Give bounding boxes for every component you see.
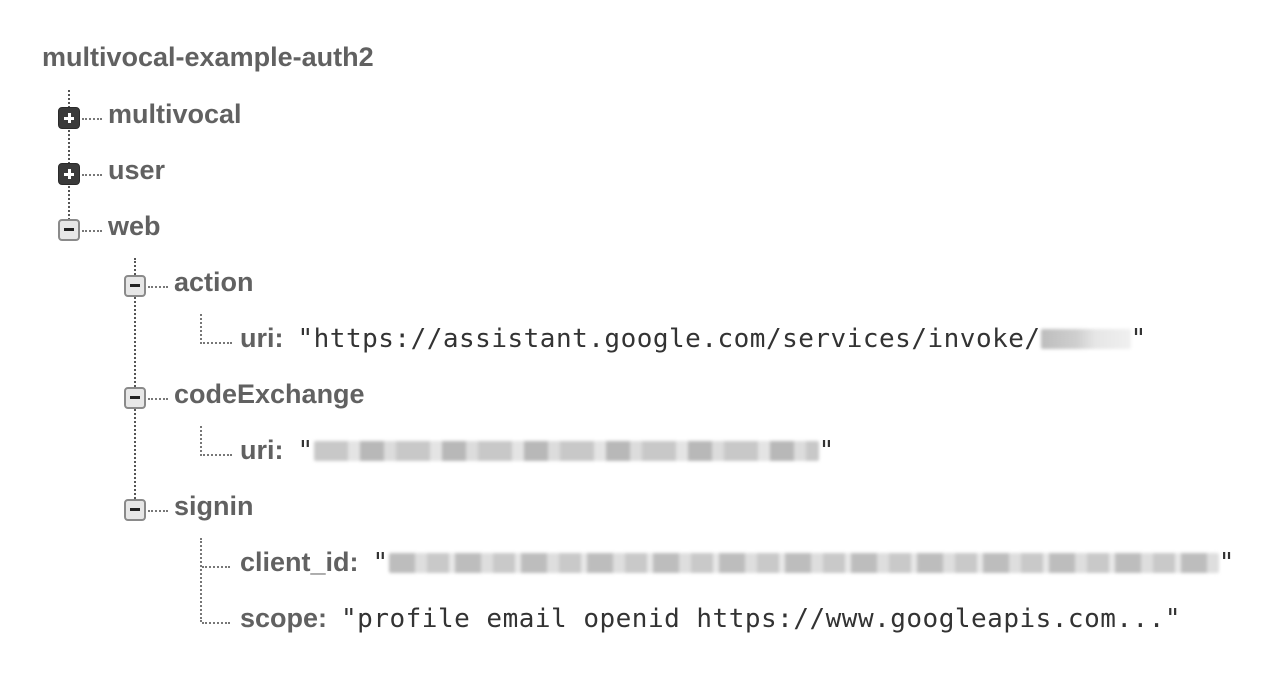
signin-scope-value[interactable]: "profile email openid https://www.google…	[341, 604, 1181, 634]
tree-connector	[148, 510, 168, 512]
collapse-signin-icon[interactable]	[124, 499, 146, 521]
collapse-codeexchange-icon[interactable]	[124, 387, 146, 409]
signin-clientid-key: client_id:	[240, 547, 359, 577]
root-node-title[interactable]: multivocal-example-auth2	[42, 42, 374, 73]
codeexchange-uri-value[interactable]: " "	[298, 436, 835, 466]
signin-clientid-row: client_id: " "	[240, 547, 1235, 578]
tree-connector	[82, 174, 102, 176]
node-signin[interactable]: signin	[174, 491, 254, 522]
redacted-value	[1040, 329, 1131, 349]
node-codeexchange[interactable]: codeExchange	[174, 379, 365, 410]
tree-connector	[202, 566, 230, 568]
node-multivocal[interactable]: multivocal	[108, 99, 242, 130]
codeexchange-uri-key: uri:	[240, 435, 284, 465]
tree-connector	[82, 118, 102, 120]
action-uri-row: uri: "https://assistant.google.com/servi…	[240, 323, 1147, 354]
collapse-web-icon[interactable]	[58, 219, 80, 241]
node-action[interactable]: action	[174, 267, 254, 298]
signin-clientid-value[interactable]: " "	[373, 548, 1235, 578]
signin-scope-key: scope:	[240, 603, 328, 633]
codeexchange-uri-row: uri: " "	[240, 435, 835, 466]
node-web[interactable]: web	[108, 211, 161, 242]
tree-connector	[202, 622, 230, 624]
tree-connector	[82, 230, 102, 232]
tree-connector	[200, 426, 232, 456]
collapse-action-icon[interactable]	[124, 275, 146, 297]
tree-connector	[148, 398, 168, 400]
redacted-value	[388, 553, 1219, 573]
redacted-value	[313, 441, 819, 461]
tree-connector	[200, 538, 202, 622]
action-uri-value[interactable]: "https://assistant.google.com/services/i…	[298, 324, 1147, 354]
action-uri-key: uri:	[240, 323, 284, 353]
tree-connector	[200, 314, 232, 344]
node-user[interactable]: user	[108, 155, 165, 186]
tree-connector	[148, 286, 168, 288]
expand-user-icon[interactable]	[58, 163, 80, 185]
signin-scope-row: scope: "profile email openid https://www…	[240, 603, 1181, 634]
expand-multivocal-icon[interactable]	[58, 107, 80, 129]
